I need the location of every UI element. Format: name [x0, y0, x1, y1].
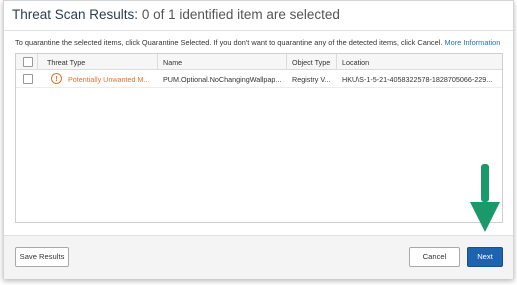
row-name: PUM.Optional.NoChangingWallpap... — [163, 75, 282, 84]
next-button[interactable]: Next — [467, 247, 503, 267]
pointer-arrow-annotation — [470, 164, 500, 232]
cancel-button[interactable]: Cancel — [409, 247, 460, 267]
threat-scan-dialog: Threat Scan Results: 0 of 1 identified i… — [3, 0, 514, 279]
threat-table: Threat Type Name Object Type Location ! … — [15, 53, 503, 223]
title-bar: Threat Scan Results: 0 of 1 identified i… — [4, 1, 513, 31]
row-object-type: Registry V... — [292, 75, 331, 84]
select-all-cell — [16, 54, 38, 70]
instructions-text: To quarantine the selected items, click … — [15, 38, 500, 47]
column-location[interactable]: Location — [337, 54, 502, 70]
column-object-type[interactable]: Object Type — [287, 54, 337, 70]
more-information-link[interactable]: More Information — [445, 38, 501, 47]
arrow-head — [470, 202, 500, 232]
title-selection-count: 0 of 1 identified item are selected — [141, 7, 340, 22]
column-threat-type[interactable]: Threat Type — [38, 54, 158, 70]
warning-icon: ! — [51, 73, 62, 84]
row-select-cell — [16, 70, 38, 88]
save-results-button[interactable]: Save Results — [15, 247, 69, 267]
dialog-title: Threat Scan Results: 0 of 1 identified i… — [12, 7, 340, 22]
title-main: Threat Scan Results: — [12, 7, 139, 22]
row-checkbox[interactable] — [23, 74, 33, 84]
table-row[interactable]: ! Potentially Unwanted M... PUM.Optional… — [16, 70, 502, 88]
instructions-body: To quarantine the selected items, click … — [15, 38, 443, 47]
select-all-checkbox[interactable] — [23, 57, 33, 67]
arrow-shaft — [481, 164, 489, 202]
row-location: HKU\S-1-5-21-4058322578-1828705066-229..… — [342, 75, 493, 84]
table-header: Threat Type Name Object Type Location — [16, 54, 502, 70]
row-threat-type: Potentially Unwanted M... — [68, 75, 150, 84]
dialog-footer: Save Results Cancel Next — [4, 235, 513, 279]
column-name[interactable]: Name — [158, 54, 287, 70]
